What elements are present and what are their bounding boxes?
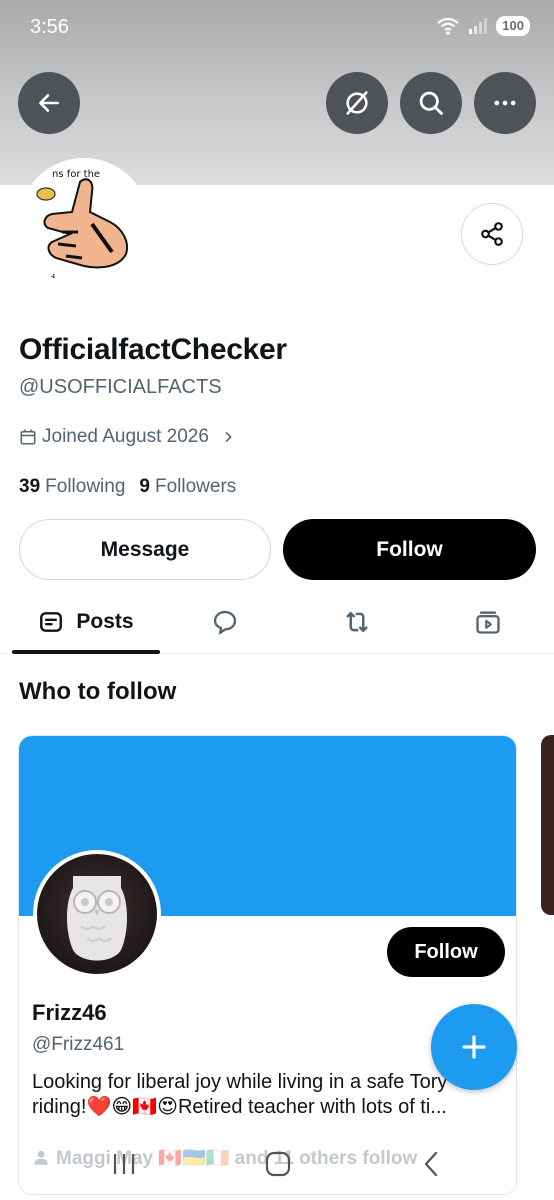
card-follow-button[interactable]: Follow (387, 927, 505, 977)
search-button[interactable] (400, 72, 462, 134)
tab-reposts[interactable] (327, 590, 387, 653)
chevron-right-icon (225, 431, 232, 443)
card-display-name: Frizz46 (32, 1000, 107, 1025)
battery-indicator: 100 (496, 16, 530, 36)
tab-media[interactable] (458, 590, 518, 653)
status-bar: 3:56 100 (0, 0, 554, 56)
share-icon (481, 222, 503, 246)
suggested-user-card[interactable]: Follow Frizz46 @Frizz461 Looking for lib… (18, 735, 517, 1195)
calendar-icon (20, 429, 36, 445)
active-tab-indicator (12, 650, 160, 654)
status-icons: 100 (436, 16, 530, 36)
more-horizontal-icon (494, 100, 516, 106)
slash-circle-icon (346, 91, 368, 115)
plus-icon (462, 1035, 486, 1059)
home-button[interactable] (248, 1140, 308, 1188)
status-time: 3:56 (30, 16, 69, 38)
more-button[interactable] (474, 72, 536, 134)
tab-posts-label: Posts (76, 609, 134, 633)
person-icon (34, 1150, 48, 1165)
follow-button[interactable]: Follow (283, 519, 536, 580)
card-avatar[interactable] (33, 850, 161, 978)
repost-icon (346, 611, 368, 632)
reply-bubble-icon (213, 610, 237, 635)
tab-posts[interactable]: Posts (12, 590, 160, 653)
card-handle: @Frizz461 (32, 1034, 125, 1055)
share-button[interactable] (461, 203, 523, 265)
recent-apps-icon (113, 1154, 135, 1174)
posts-icon (40, 611, 63, 632)
signal-icon (469, 18, 488, 34)
who-to-follow-title: Who to follow (19, 678, 177, 705)
following-link[interactable]: 39 Following (19, 476, 125, 498)
followers-link[interactable]: 9 Followers (139, 476, 236, 498)
message-button[interactable]: Message (19, 519, 271, 580)
profile-tabs: Posts (0, 590, 554, 654)
next-suggested-card[interactable] (541, 735, 554, 915)
tab-replies[interactable] (195, 590, 255, 653)
profile-avatar[interactable]: ns for the rd (18, 158, 150, 290)
arrow-left-icon (39, 94, 59, 112)
thumb-cartoon-image: ns for the rd (36, 169, 128, 285)
owl-figurine-image (67, 876, 127, 961)
wifi-icon (437, 17, 459, 35)
avatar-text-bottom: rd (44, 272, 55, 285)
follow-stats: 39 Following 9 Followers (19, 476, 236, 498)
back-button[interactable] (18, 72, 80, 134)
card-bio: Looking for liberal joy while living in … (32, 1071, 448, 1118)
chevron-left-icon (424, 1151, 438, 1177)
home-icon (265, 1151, 291, 1177)
joined-label: Joined August 2026 (42, 426, 209, 447)
video-icon (476, 611, 500, 634)
compose-post-button[interactable] (431, 1004, 517, 1090)
grok-button[interactable] (326, 72, 388, 134)
search-icon (419, 91, 443, 115)
profile-handle: @USOFFICIALFACTS (19, 376, 222, 398)
recent-apps-button[interactable] (94, 1140, 154, 1188)
joined-date[interactable]: Joined August 2026 (19, 426, 236, 448)
avatar-text-top: ns for the (52, 169, 100, 180)
display-name: OfficialfactChecker (19, 333, 287, 366)
back-nav-button[interactable] (402, 1140, 462, 1188)
card-followed-by: Maggi May 🇨🇦🇺🇦🇮🇪 and 11 others follow (32, 1146, 417, 1170)
